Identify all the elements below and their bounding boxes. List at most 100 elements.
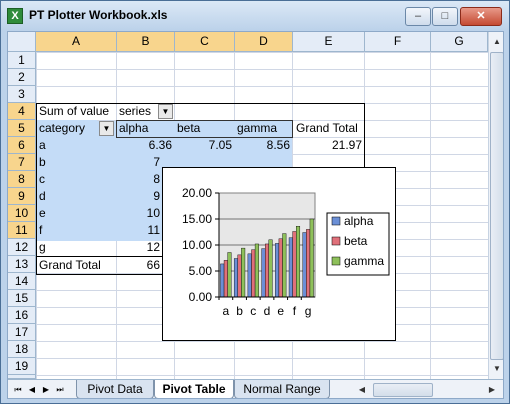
- grand-total-alpha-partial[interactable]: 66: [117, 257, 162, 274]
- scroll-right-arrow-icon[interactable]: ▶: [485, 382, 499, 398]
- value-cell-beta-a[interactable]: 7.05: [175, 137, 234, 154]
- minimize-button[interactable]: –: [405, 7, 431, 26]
- x-tick-label: d: [264, 304, 271, 318]
- last-sheet-icon[interactable]: ⏭: [54, 382, 66, 397]
- column-header-g[interactable]: G: [431, 32, 488, 52]
- bar-gamma-d: [268, 239, 273, 298]
- category-cell[interactable]: c: [37, 171, 116, 188]
- horizontal-scrollbar[interactable]: ◀ ▶: [353, 382, 503, 398]
- x-tick-label: b: [236, 304, 243, 318]
- excel-window: X PT Plotter Workbook.xls – □ ✕ A B C D …: [0, 0, 510, 404]
- bar-gamma-b: [241, 247, 246, 298]
- row-header-10[interactable]: 10: [8, 205, 36, 222]
- legend-swatch-gamma: [331, 256, 341, 266]
- row-header-12[interactable]: 12: [8, 239, 36, 256]
- bar-alpha-g: [302, 232, 307, 298]
- row-header-16[interactable]: 16: [8, 307, 36, 324]
- legend-label-alpha: alpha: [344, 214, 374, 228]
- bar-beta-c: [251, 249, 256, 298]
- category-cell[interactable]: g: [37, 239, 116, 256]
- prev-sheet-icon[interactable]: ◀: [26, 382, 38, 397]
- row-header-9[interactable]: 9: [8, 188, 36, 205]
- category-filter-dropdown-icon[interactable]: ▼: [99, 121, 114, 136]
- row-header-8[interactable]: 8: [8, 171, 36, 188]
- legend-label-beta: beta: [344, 234, 368, 248]
- row-header-19[interactable]: 19: [8, 358, 36, 375]
- scroll-up-arrow-icon[interactable]: ▲: [490, 34, 503, 50]
- bar-gamma-f: [296, 226, 301, 298]
- bar-gamma-a: [227, 252, 232, 298]
- pivot-chart[interactable]: 20.00 15.00 10.00 5.00 0.00 a b c d e f g alpha beta g…: [162, 167, 396, 341]
- maximize-button[interactable]: □: [432, 7, 458, 26]
- bar-alpha-f: [288, 237, 293, 298]
- column-header-c[interactable]: C: [175, 32, 235, 52]
- category-cell[interactable]: a: [37, 137, 116, 154]
- category-cell[interactable]: e: [37, 205, 116, 222]
- first-sheet-icon[interactable]: ⏮: [12, 382, 24, 397]
- row-header-2[interactable]: 2: [8, 69, 36, 86]
- bar-beta-b: [237, 254, 242, 298]
- title-bar: X PT Plotter Workbook.xls – □ ✕: [1, 1, 509, 30]
- row-header-1[interactable]: 1: [8, 52, 36, 69]
- tab-pivot-table[interactable]: Pivot Table: [154, 380, 234, 398]
- tab-normal-range[interactable]: Normal Range: [234, 380, 330, 398]
- row-header-13[interactable]: 13: [8, 256, 36, 273]
- excel-app-icon: X: [7, 8, 23, 24]
- value-cell-alpha-partial[interactable]: 9: [117, 188, 162, 205]
- value-cell-alpha-partial[interactable]: 10: [117, 205, 162, 222]
- category-cell[interactable]: b: [37, 154, 116, 171]
- sheet-tab-bar: ⏮ ◀ ▶ ⏭ Pivot Data Pivot Table Normal Ra…: [8, 379, 503, 398]
- value-cell-total-a[interactable]: 21.97: [294, 137, 364, 154]
- row-header-7[interactable]: 7: [8, 154, 36, 171]
- row-header-6[interactable]: 6: [8, 137, 36, 154]
- series-filter-dropdown-icon[interactable]: ▼: [158, 104, 173, 119]
- row-header-17[interactable]: 17: [8, 324, 36, 341]
- column-header-b[interactable]: B: [117, 32, 175, 52]
- value-cell-alpha-partial[interactable]: 11: [117, 222, 162, 239]
- next-sheet-icon[interactable]: ▶: [40, 382, 52, 397]
- row-header-14[interactable]: 14: [8, 273, 36, 290]
- category-cell[interactable]: f: [37, 222, 116, 239]
- tab-pivot-data[interactable]: Pivot Data: [76, 380, 154, 398]
- x-tick-label: g: [305, 304, 312, 318]
- bar-gamma-c: [254, 243, 259, 298]
- bar-alpha-d: [261, 248, 266, 298]
- row-field-label[interactable]: category: [37, 120, 97, 137]
- value-cell-alpha-partial[interactable]: 12: [117, 239, 162, 256]
- scroll-down-arrow-icon[interactable]: ▼: [490, 361, 503, 377]
- select-all-corner[interactable]: [8, 32, 36, 52]
- column-header-e[interactable]: E: [293, 32, 365, 52]
- close-button[interactable]: ✕: [460, 7, 502, 26]
- y-tick-label: 15.00: [182, 212, 212, 226]
- column-header-a[interactable]: A: [36, 32, 117, 52]
- row-header-4[interactable]: 4: [8, 103, 36, 120]
- column-field-label[interactable]: series: [117, 103, 157, 120]
- column-header-d[interactable]: D: [235, 32, 293, 52]
- worksheet-area: A B C D E F G 1 2 3 4 5 6 7 8 9 10 11 12…: [7, 31, 504, 399]
- row-header-5[interactable]: 5: [8, 120, 36, 137]
- x-tick-label: e: [277, 304, 284, 318]
- row-header-18[interactable]: 18: [8, 341, 36, 358]
- row-header-11[interactable]: 11: [8, 222, 36, 239]
- x-tick-label: a: [223, 304, 230, 318]
- row-header-15[interactable]: 15: [8, 290, 36, 307]
- data-field-label[interactable]: Sum of value: [37, 103, 116, 120]
- value-cell-alpha-partial[interactable]: 8: [117, 171, 162, 188]
- value-cell-alpha-a[interactable]: 6.36: [117, 137, 174, 154]
- scroll-left-arrow-icon[interactable]: ◀: [355, 382, 369, 398]
- row-header-3[interactable]: 3: [8, 86, 36, 103]
- vertical-scroll-thumb[interactable]: [490, 52, 503, 360]
- column-header-f[interactable]: F: [365, 32, 431, 52]
- x-tick-label: f: [293, 304, 297, 318]
- legend-swatch-alpha: [331, 216, 341, 226]
- bar-beta-d: [264, 243, 269, 298]
- pivot-chart-svg: 20.00 15.00 10.00 5.00 0.00 a b c d e f g alpha beta g…: [182, 186, 390, 318]
- category-cell[interactable]: d: [37, 188, 116, 205]
- vertical-scrollbar[interactable]: ▲ ▼: [488, 32, 503, 379]
- grand-total-label[interactable]: Grand Total: [37, 257, 116, 274]
- y-tick-label: 10.00: [182, 238, 212, 252]
- value-cell-gamma-a[interactable]: 8.56: [235, 137, 292, 154]
- value-cell-alpha-partial[interactable]: 7: [117, 154, 162, 171]
- header-grand-total[interactable]: Grand Total: [294, 120, 364, 137]
- horizontal-scroll-thumb[interactable]: [373, 383, 433, 397]
